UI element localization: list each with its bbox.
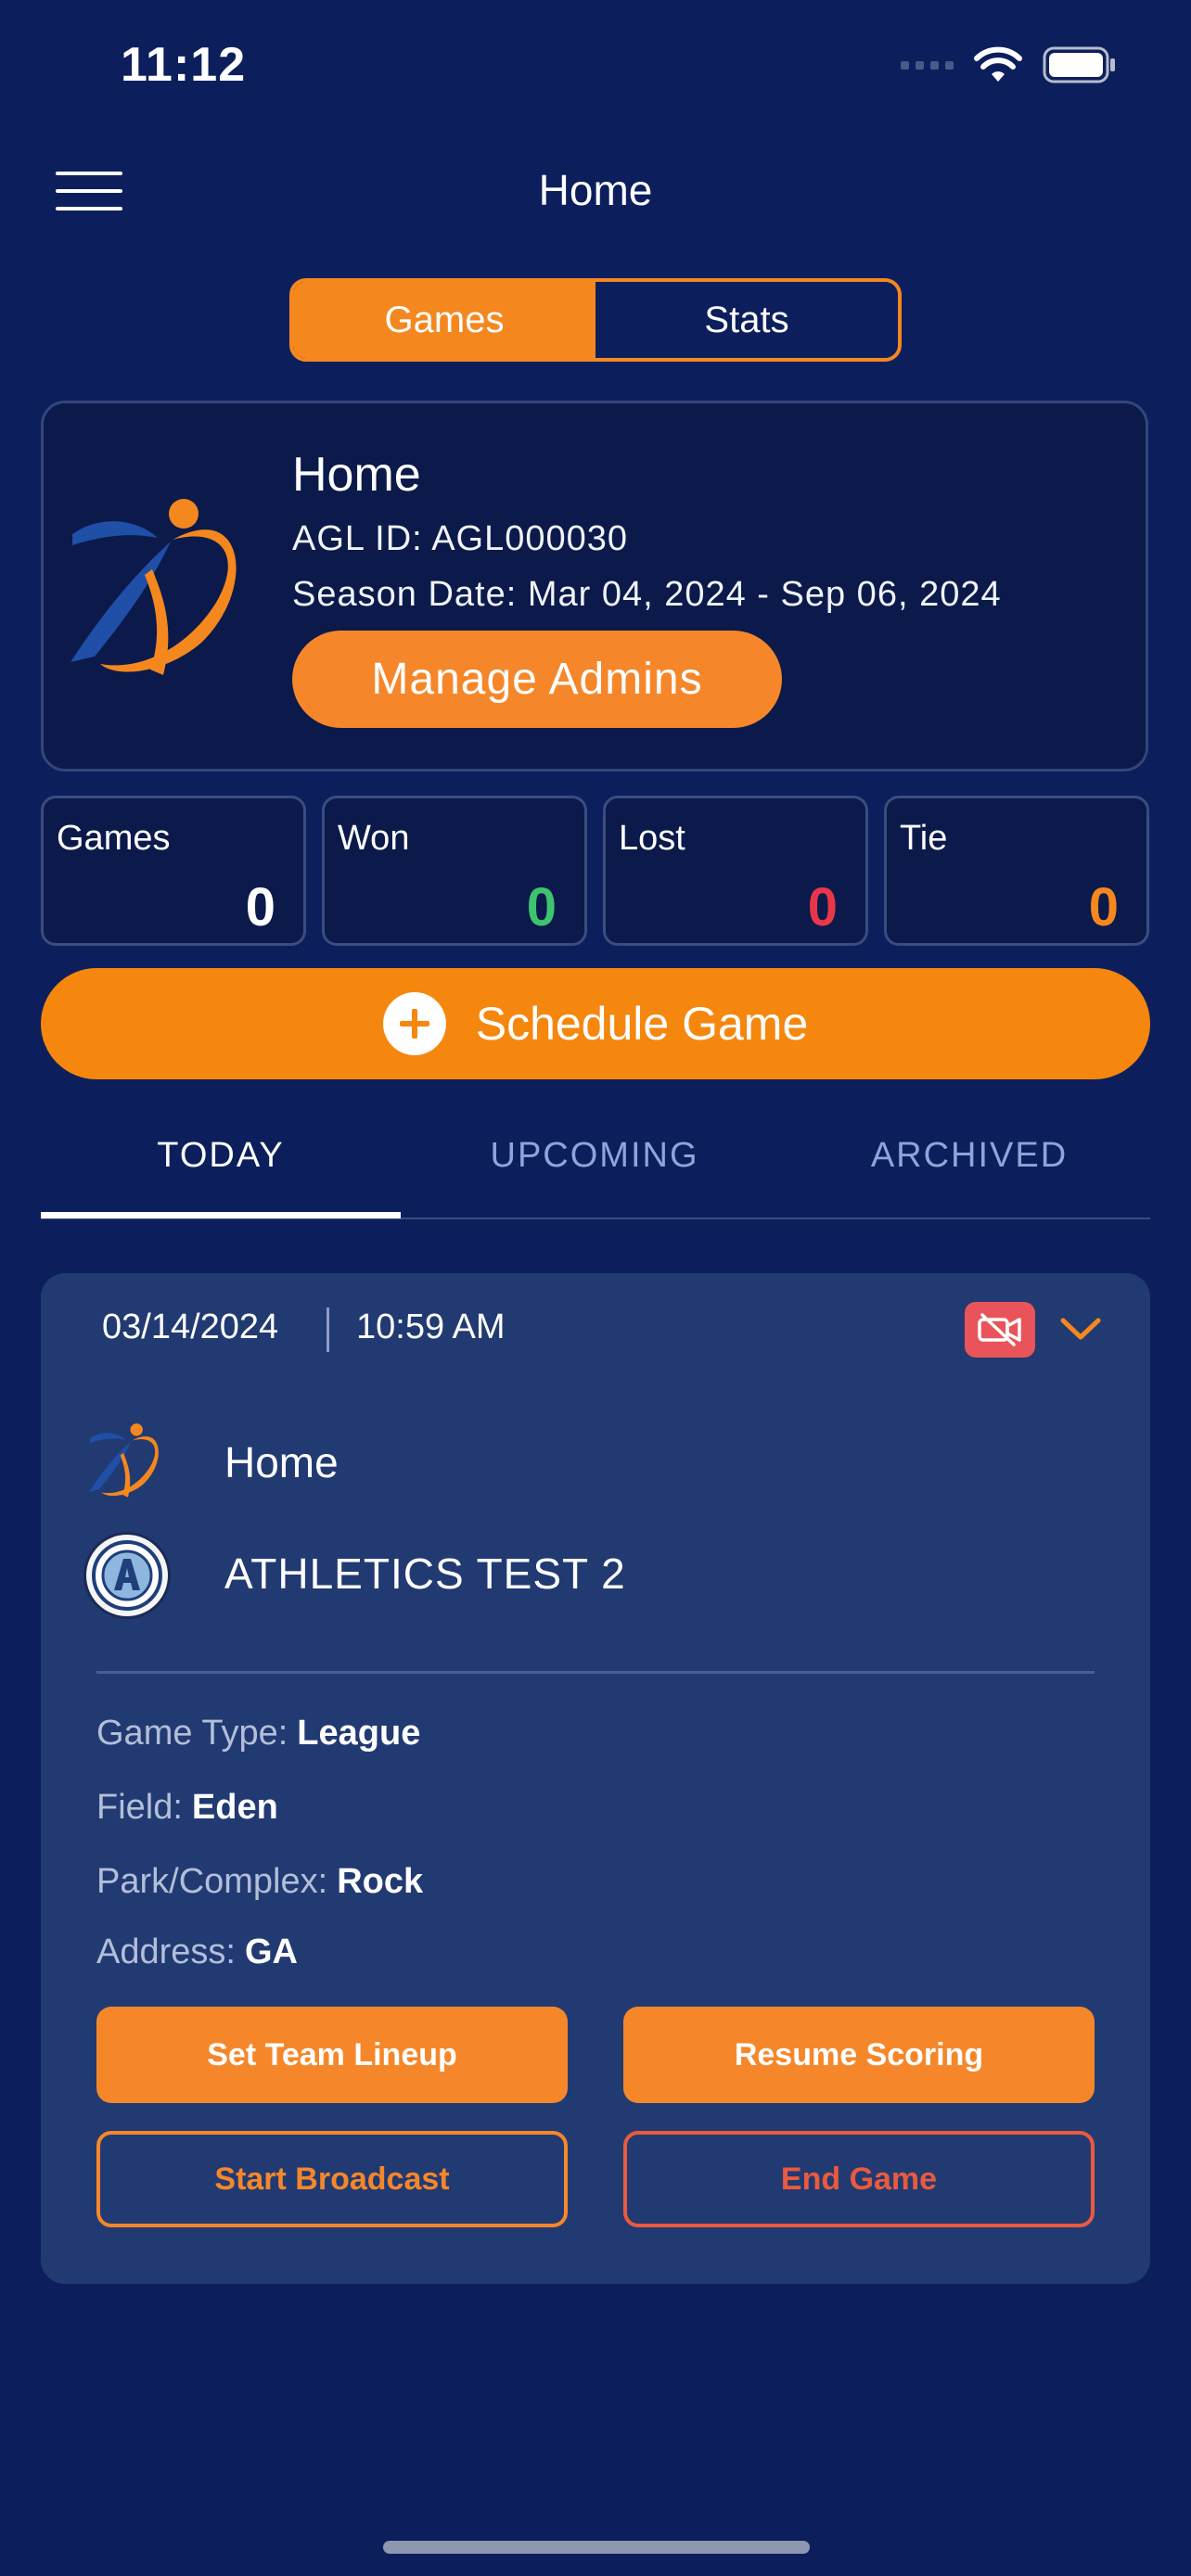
chevron-down-icon[interactable]	[1057, 1311, 1104, 1348]
active-tab-indicator	[41, 1212, 401, 1218]
team-season-dates: Season Date: Mar 04, 2024 - Sep 06, 2024	[292, 575, 1002, 614]
games-stats-segment: Games Stats	[289, 278, 902, 362]
field-label: Field:	[96, 1788, 183, 1827]
end-game-button[interactable]: End Game	[623, 2131, 1095, 2227]
game-time: 10:59 AM	[356, 1307, 506, 1346]
signal-icon	[901, 60, 954, 70]
stat-lost: Lost 0	[603, 796, 868, 946]
segment-games[interactable]: Games	[293, 282, 596, 358]
wifi-icon	[974, 46, 1022, 82]
address-label: Address:	[96, 1932, 236, 1971]
battery-icon	[1043, 46, 1115, 83]
stat-games: Games 0	[41, 796, 306, 946]
home-team-name: Home	[224, 1438, 339, 1486]
page-title: Home	[538, 166, 653, 214]
home-indicator	[383, 2541, 810, 2554]
park-value: Rock	[337, 1862, 424, 1901]
stat-tie-value: 0	[1088, 877, 1119, 937]
stat-games-label: Games	[57, 819, 171, 858]
team-agl-id: AGL ID: AGL000030	[292, 519, 629, 558]
status-icons	[901, 46, 1117, 83]
start-broadcast-button[interactable]: Start Broadcast	[96, 2131, 568, 2227]
stat-won: Won 0	[322, 796, 587, 946]
game-type-label: Game Type:	[96, 1714, 288, 1753]
address-row: Address: GA	[96, 1932, 298, 1972]
tab-today[interactable]: TODAY	[41, 1136, 401, 1176]
park-row: Park/Complex: Rock	[96, 1862, 423, 1902]
plus-circle-icon	[382, 992, 446, 1055]
away-team-logo	[83, 1532, 171, 1619]
field-row: Field: Eden	[96, 1788, 278, 1828]
game-type-row: Game Type: League	[96, 1714, 420, 1753]
team-name: Home	[292, 448, 421, 502]
status-time: 11:12	[121, 38, 247, 92]
team-logo	[70, 499, 237, 675]
address-value: GA	[244, 1932, 298, 1971]
park-label: Park/Complex:	[96, 1862, 328, 1901]
stat-won-value: 0	[526, 877, 557, 937]
stat-games-value: 0	[245, 877, 275, 937]
home-team-logo	[89, 1423, 159, 1498]
set-team-lineup-button[interactable]: Set Team Lineup	[96, 2007, 568, 2103]
stat-lost-label: Lost	[619, 819, 685, 858]
segment-stats[interactable]: Stats	[596, 282, 898, 358]
date-time-separator	[327, 1307, 329, 1352]
stat-won-label: Won	[338, 819, 410, 858]
game-date: 03/14/2024	[102, 1307, 279, 1346]
schedule-game-button[interactable]: Schedule Game	[41, 968, 1150, 1079]
field-value: Eden	[191, 1788, 278, 1827]
manage-admins-button[interactable]: Manage Admins	[292, 631, 782, 728]
tab-archived[interactable]: ARCHIVED	[789, 1136, 1149, 1176]
away-team-name: ATHLETICS TEST 2	[224, 1549, 626, 1598]
game-type-value: League	[297, 1714, 421, 1753]
stat-tie: Tie 0	[884, 796, 1149, 946]
schedule-game-label: Schedule Game	[475, 998, 809, 1050]
stat-lost-value: 0	[807, 877, 838, 937]
game-card-divider	[96, 1671, 1095, 1674]
video-off-icon[interactable]	[965, 1302, 1035, 1358]
tab-upcoming[interactable]: UPCOMING	[415, 1136, 775, 1176]
resume-scoring-button[interactable]: Resume Scoring	[623, 2007, 1095, 2103]
stat-tie-label: Tie	[900, 819, 948, 858]
